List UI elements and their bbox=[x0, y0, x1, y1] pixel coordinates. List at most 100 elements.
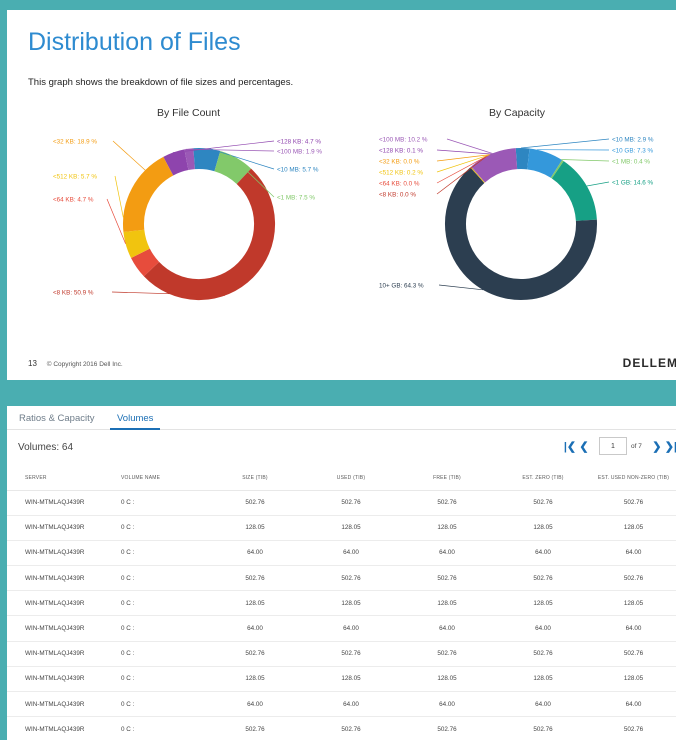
est-zero-cell: 128.05 bbox=[495, 666, 591, 693]
server-cell: WIN-MTMLAQJ439R bbox=[7, 666, 115, 693]
donut-slice bbox=[470, 166, 485, 183]
tab-volumes[interactable]: Volumes bbox=[109, 413, 161, 430]
free-cell: 64.00 bbox=[399, 540, 495, 567]
last-page-icon[interactable]: ❯| bbox=[664, 440, 676, 453]
est-zero-cell: 502.76 bbox=[495, 641, 591, 667]
table-row[interactable]: WIN-MTMLAQJ439R 0 C :128.05 128.05 128.05 12… bbox=[7, 515, 676, 541]
slice-label: <1 MB: 0.4 % bbox=[612, 159, 650, 166]
slice-label: <8 KB: 0.0 % bbox=[379, 192, 416, 199]
est-zero-cell: 64.00 bbox=[495, 540, 591, 567]
donut-slice bbox=[123, 229, 150, 258]
column-header-est-zero[interactable]: EST. ZERO (TIB) bbox=[495, 466, 591, 491]
leader-line bbox=[438, 284, 484, 291]
next-page-icon[interactable]: ❯ bbox=[650, 440, 664, 453]
donut-slice bbox=[551, 161, 597, 222]
donut-slice bbox=[193, 148, 221, 172]
prev-page-icon[interactable]: ❮ bbox=[577, 440, 591, 453]
dell-emc-logo: DELLEM bbox=[622, 356, 676, 370]
table-row[interactable]: WIN-MTMLAQJ439R 0 C :128.05 128.05 128.05 12… bbox=[7, 590, 676, 617]
volume-name-cell: 0 C : bbox=[115, 590, 207, 617]
used-cell: 502.76 bbox=[303, 641, 399, 667]
used-cell: 128.05 bbox=[303, 666, 399, 693]
free-cell: 64.00 bbox=[399, 615, 495, 642]
free-cell: 502.76 bbox=[399, 641, 495, 667]
used-cell: 502.76 bbox=[303, 716, 399, 740]
free-cell: 502.76 bbox=[399, 565, 495, 592]
size-cell: 502.76 bbox=[207, 716, 303, 740]
volume-name-cell: 0 C : bbox=[115, 490, 207, 516]
column-header-server[interactable]: SERVER bbox=[7, 466, 115, 491]
server-cell: WIN-MTMLAQJ439R bbox=[7, 716, 115, 740]
donut-slice bbox=[213, 151, 252, 185]
table-row[interactable]: WIN-MTMLAQJ439R 0 C :64.00 64.00 64.00 64.00… bbox=[7, 615, 676, 642]
slice-label: <10 GB: 7.3 % bbox=[612, 148, 654, 155]
est-used-non-zero-cell: 128.05 bbox=[591, 590, 676, 617]
server-cell: WIN-MTMLAQJ439R bbox=[7, 565, 115, 592]
volume-name-cell: 0 C : bbox=[115, 666, 207, 693]
leader-line bbox=[520, 138, 610, 149]
volumes-table: SERVER VOLUME NAME SIZE (TIB) USED (TIB)… bbox=[7, 466, 676, 740]
table-row[interactable]: WIN-MTMLAQJ439R 0 C :64.00 64.00 64.00 64.00… bbox=[7, 691, 676, 718]
column-header-free[interactable]: FREE (TIB) bbox=[399, 466, 495, 491]
leader-line bbox=[114, 175, 124, 218]
leader-line bbox=[112, 140, 146, 171]
est-zero-cell: 502.76 bbox=[495, 490, 591, 516]
table-row[interactable]: WIN-MTMLAQJ439R 0 C :502.76 502.76 502.76 50… bbox=[7, 490, 676, 516]
tab-ratios-capacity[interactable]: Ratios & Capacity bbox=[19, 413, 95, 424]
column-header-volume-name[interactable]: VOLUME NAME bbox=[115, 466, 207, 491]
used-cell: 64.00 bbox=[303, 691, 399, 718]
free-cell: 502.76 bbox=[399, 490, 495, 516]
column-header-used[interactable]: USED (TIB) bbox=[303, 466, 399, 491]
volume-name-cell: 0 C : bbox=[115, 691, 207, 718]
server-cell: WIN-MTMLAQJ439R bbox=[7, 641, 115, 667]
size-cell: 502.76 bbox=[207, 641, 303, 667]
est-zero-cell: 502.76 bbox=[495, 565, 591, 592]
slice-label: <512 KB: 5.7 % bbox=[53, 174, 97, 181]
donut-charts: <128 KB: 4.7 % <100 MB: 1.9 % <10 MB: 5.7 … bbox=[53, 137, 654, 301]
volume-name-cell: 0 C : bbox=[115, 615, 207, 642]
free-cell: 128.05 bbox=[399, 590, 495, 617]
slice-label: <1 MB: 7.5 % bbox=[277, 195, 315, 202]
leader-line bbox=[586, 181, 610, 187]
slice-label: <64 KB: 4.7 % bbox=[53, 197, 94, 204]
table-row[interactable]: WIN-MTMLAQJ439R 0 C :502.76 502.76 502.76 50… bbox=[7, 716, 676, 740]
page-count-label: of 7 bbox=[631, 442, 642, 450]
donut-chart-0 bbox=[123, 148, 276, 301]
server-cell: WIN-MTMLAQJ439R bbox=[7, 515, 115, 541]
est-used-non-zero-cell: 64.00 bbox=[591, 691, 676, 718]
server-cell: WIN-MTMLAQJ439R bbox=[7, 490, 115, 516]
est-zero-cell: 502.76 bbox=[495, 716, 591, 740]
used-cell: 502.76 bbox=[303, 565, 399, 592]
est-used-non-zero-cell: 64.00 bbox=[591, 615, 676, 642]
page-number-input[interactable] bbox=[599, 437, 627, 455]
donut-slice bbox=[163, 149, 189, 176]
volumes-count: Volumes: 64 bbox=[18, 442, 74, 453]
volumes-panel: Ratios & Capacity Volumes Volumes: 64 |❮… bbox=[7, 406, 676, 740]
size-cell: 128.05 bbox=[207, 666, 303, 693]
table-row[interactable]: WIN-MTMLAQJ439R 0 C :128.05 128.05 128.05 12… bbox=[7, 666, 676, 693]
column-header-size[interactable]: SIZE (TIB) bbox=[207, 466, 303, 491]
server-cell: WIN-MTMLAQJ439R bbox=[7, 540, 115, 567]
column-header-est-used-non-zero[interactable]: EST. USED NON-ZERO (TIB) bbox=[591, 466, 676, 491]
used-cell: 128.05 bbox=[303, 590, 399, 617]
table-header-row: SERVER VOLUME NAME SIZE (TIB) USED (TIB)… bbox=[7, 466, 676, 491]
first-page-icon[interactable]: |❮ bbox=[563, 440, 577, 453]
table-row[interactable]: WIN-MTMLAQJ439R 0 C :64.00 64.00 64.00 64.00… bbox=[7, 540, 676, 567]
free-cell: 128.05 bbox=[399, 666, 495, 693]
est-zero-cell: 128.05 bbox=[495, 515, 591, 541]
size-cell: 502.76 bbox=[207, 490, 303, 516]
est-zero-cell: 128.05 bbox=[495, 590, 591, 617]
est-used-non-zero-cell: 128.05 bbox=[591, 515, 676, 541]
slice-label: <128 KB: 4.7 % bbox=[277, 139, 321, 146]
size-cell: 502.76 bbox=[207, 565, 303, 592]
slice-label: 10+ GB: 64.3 % bbox=[379, 283, 424, 290]
slice-label: <32 KB: 0.0 % bbox=[379, 159, 420, 166]
slice-label: <32 KB: 18.9 % bbox=[53, 139, 97, 146]
table-row[interactable]: WIN-MTMLAQJ439R 0 C :502.76 502.76 502.76 50… bbox=[7, 565, 676, 592]
slice-label: <128 KB: 0.1 % bbox=[379, 148, 423, 155]
tab-bar: Ratios & Capacity Volumes bbox=[7, 406, 676, 430]
slice-label: <8 KB: 50.9 % bbox=[53, 290, 94, 297]
table-row[interactable]: WIN-MTMLAQJ439R 0 C :502.76 502.76 502.76 50… bbox=[7, 641, 676, 667]
free-cell: 128.05 bbox=[399, 515, 495, 541]
free-cell: 64.00 bbox=[399, 691, 495, 718]
